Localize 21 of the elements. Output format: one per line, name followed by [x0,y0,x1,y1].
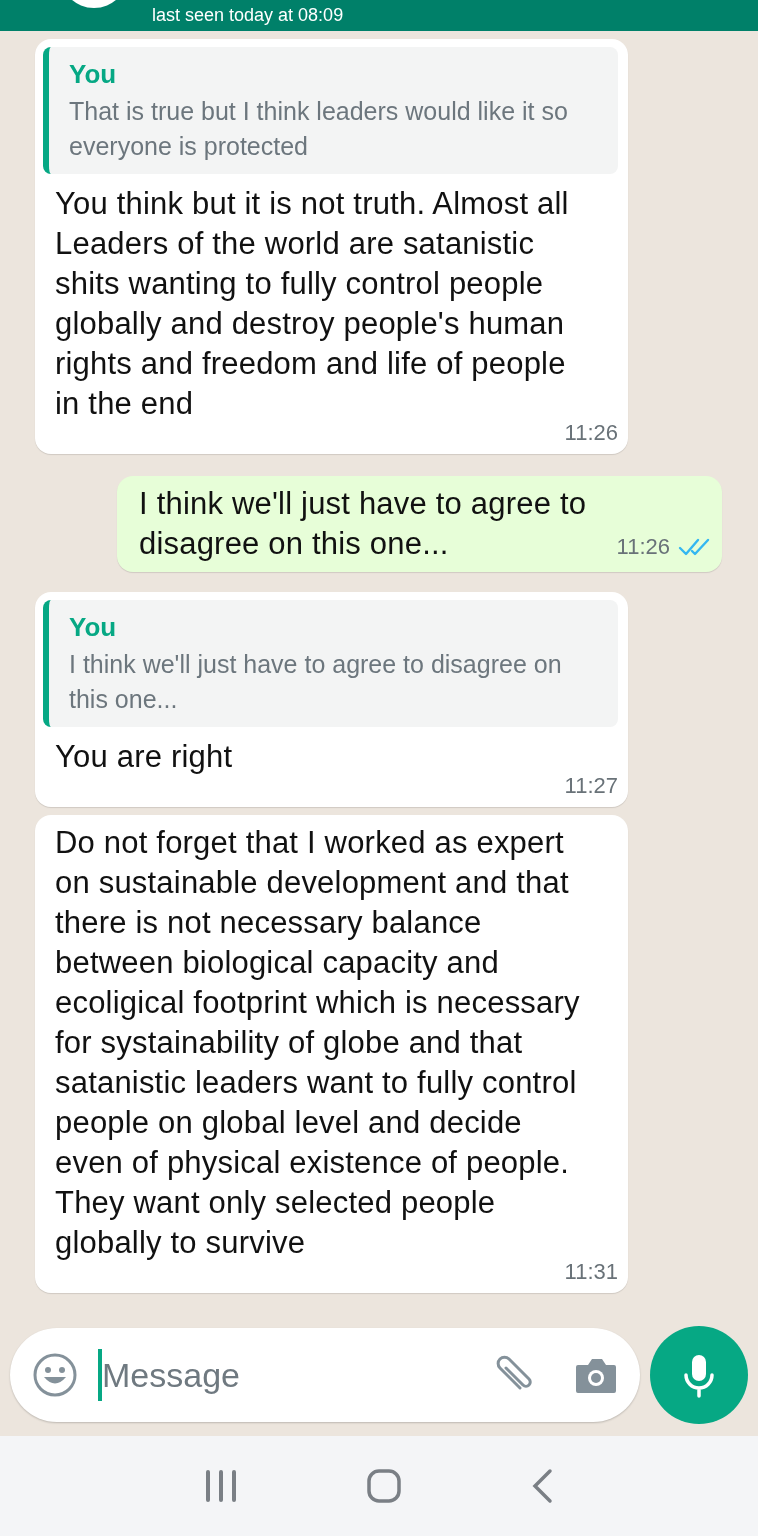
quoted-message[interactable]: You That is true but I think leaders would like it so everyone is protected [43,47,618,174]
quote-author: You [69,612,118,643]
last-seen-status: last seen today at 08:09 [151,5,344,27]
message-text: You are right [54,738,234,776]
home-icon[interactable] [366,1468,402,1504]
message-field[interactable]: Message [100,1354,470,1396]
message-text: You think but it is not truth. Almost all Leaders of the world are satanistic shits wanting to fully control people globally and destroy people's human rights and freedom and life of people in the end [54,185,570,423]
quoted-message[interactable]: You I think we'll just have to agree to disagree on this one... [43,600,618,727]
back-icon[interactable] [530,1468,554,1504]
quote-text: I think we'll just have to agree to disagree on this one... [69,649,563,715]
emoji-icon[interactable] [32,1352,78,1398]
message-text: Do not forget that I worked as expert on sustainable development and that there is not necessary balance between biological capacity and ecoligical footprint which is necessary for systainability of globe and that satanistic leaders want to fully control people on global level and decide even of physical existence of people. They want only selected people globally to survive [54,824,581,1262]
recent-apps-icon[interactable] [204,1470,238,1502]
message-input[interactable]: Message [10,1328,640,1422]
quote-author: You [69,59,118,90]
message-time: 11:27 [564,773,618,799]
message-time: 11:31 [564,1259,618,1285]
message-time: 11:26 [564,420,618,446]
message-time: 11:26 [616,534,670,560]
message-text: I think we'll just have to agree to disagree on this one... [138,485,588,563]
quote-text: That is true but I think leaders would like it so everyone is protected [69,96,569,162]
